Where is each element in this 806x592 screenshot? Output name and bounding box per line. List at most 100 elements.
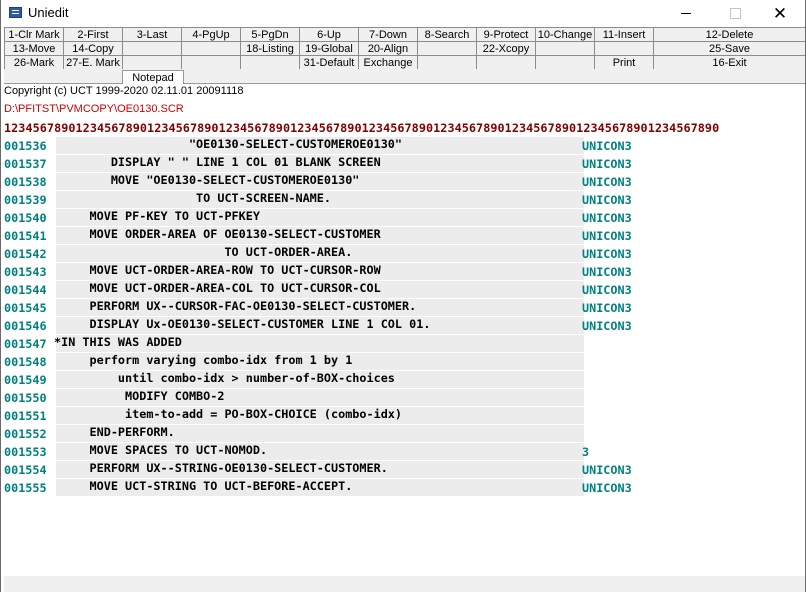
line-code[interactable]: MOVE UCT-ORDER-AREA-ROW TO UCT-CURSOR-RO… [54,263,381,277]
code-line[interactable]: 001544 MOVE UCT-ORDER-AREA-COL TO UCT-CU… [4,280,805,298]
line-code[interactable]: MOVE SPACES TO UCT-NOMOD. [54,443,268,457]
fkey-3-2[interactable]: 27-E. Mark [63,55,122,69]
line-code[interactable]: until combo-idx > number-of-BOX-choices [54,371,395,385]
line-code[interactable]: PERFORM UX--CURSOR-FAC-OE0130-SELECT-CUS… [54,299,417,313]
line-code[interactable]: *IN THIS WAS ADDED [54,335,182,349]
code-line[interactable]: 001542 TO UCT-ORDER-AREA. UNICON3 [4,244,805,262]
maximize-button[interactable] [712,0,758,27]
line-number: 001551 [4,409,47,423]
line-code[interactable]: "OE0130-SELECT-CUSTOMEROE0130" [54,137,402,151]
tab-notepad[interactable]: Notepad [122,70,184,84]
code-line[interactable]: 001554 PERFORM UX--STRING-OE0130-SELECT-… [4,460,805,478]
line-code[interactable]: MOVE UCT-STRING TO UCT-BEFORE-ACCEPT. [54,479,353,493]
fkey-2-11 [594,41,653,55]
fkey-3-6[interactable]: 31-Default [299,55,358,69]
line-number: 001541 [4,229,47,243]
line-code[interactable]: MODIFY COMBO-2 [54,389,224,403]
fkey-1-4[interactable]: 4-PgUp [181,27,240,41]
title-bar[interactable]: Uniedit ✕ [1,0,805,27]
line-code[interactable]: PERFORM UX--STRING-OE0130-SELECT-CUSTOME… [54,461,388,475]
line-tag: UNICON3 [582,247,632,261]
fkey-3-9 [476,55,535,69]
fkey-3-7[interactable]: Exchange [358,55,417,69]
line-code[interactable]: MOVE PF-KEY TO UCT-PFKEY [54,209,260,223]
code-line[interactable]: 001541 MOVE ORDER-AREA OF OE0130-SELECT-… [4,226,805,244]
code-line[interactable]: 001552 END-PERFORM. [4,424,805,442]
line-tag: UNICON3 [582,139,632,153]
line-code[interactable]: TO UCT-SCREEN-NAME. [54,191,331,205]
fkey-3-1[interactable]: 26-Mark [4,55,63,69]
line-tag: UNICON3 [582,283,632,297]
line-code[interactable]: MOVE ORDER-AREA OF OE0130-SELECT-CUSTOME… [54,227,381,241]
function-key-bar: 1-Clr Mark 2-First 3-Last 4-PgUp 5-PgDn 6-Up 7… [4,27,805,70]
column-ruler: 1234567890123456789012345678901234567890… [4,121,720,135]
fkey-2-1[interactable]: 13-Move [4,41,63,55]
fkey-3-11[interactable]: Print [594,55,653,69]
line-number: 001552 [4,427,47,441]
line-tag: UNICON3 [582,175,632,189]
line-number: 001554 [4,463,47,477]
fkey-1-7[interactable]: 7-Down [358,27,417,41]
code-line[interactable]: 001548 perform varying combo-idx from 1 … [4,352,805,370]
code-line[interactable]: 001549 until combo-idx > number-of-BOX-c… [4,370,805,388]
code-line[interactable]: 001555 MOVE UCT-STRING TO UCT-BEFORE-ACC… [4,478,805,496]
code-line[interactable]: 001547 *IN THIS WAS ADDED [4,334,805,352]
fkey-1-8[interactable]: 8-Search [417,27,476,41]
code-line[interactable]: 001537 DISPLAY " " LINE 1 COL 01 BLANK S… [4,154,805,172]
code-line[interactable]: 001543 MOVE UCT-ORDER-AREA-ROW TO UCT-CU… [4,262,805,280]
fkey-1-1[interactable]: 1-Clr Mark [4,27,63,41]
app-icon [9,7,22,18]
line-number: 001537 [4,157,47,171]
fkey-2-7[interactable]: 20-Align [358,41,417,55]
line-number: 001545 [4,301,47,315]
line-code[interactable]: item-to-add = PO-BOX-CHOICE (combo-idx) [54,407,402,421]
code-line[interactable]: 001550 MODIFY COMBO-2 [4,388,805,406]
fkey-1-11[interactable]: 11-Insert [594,27,653,41]
line-number: 001544 [4,283,47,297]
fkey-2-10 [535,41,594,55]
code-line[interactable]: 001545 PERFORM UX--CURSOR-FAC-OE0130-SEL… [4,298,805,316]
line-code[interactable]: MOVE UCT-ORDER-AREA-COL TO UCT-CURSOR-CO… [54,281,381,295]
fkey-1-2[interactable]: 2-First [63,27,122,41]
line-code[interactable]: DISPLAY " " LINE 1 COL 01 BLANK SCREEN [54,155,381,169]
line-code[interactable]: DISPLAY Ux-OE0130-SELECT-CUSTOMER LINE 1… [54,317,431,331]
code-line[interactable]: 001553 MOVE SPACES TO UCT-NOMOD. 3 [4,442,805,460]
line-tag: UNICON3 [582,301,632,315]
code-line[interactable]: 001538 MOVE "OE0130-SELECT-CUSTOMEROE013… [4,172,805,190]
minimize-button[interactable] [663,0,709,27]
line-tag: UNICON3 [582,157,632,171]
fkey-1-10[interactable]: 10-Change [535,27,594,41]
fkey-2-9[interactable]: 22-Xcopy [476,41,535,55]
line-tag: UNICON3 [582,463,632,477]
fkey-1-5[interactable]: 5-PgDn [240,27,299,41]
line-number: 001548 [4,355,47,369]
fkey-2-4 [181,41,240,55]
line-number: 001550 [4,391,47,405]
code-line[interactable]: 001546 DISPLAY Ux-OE0130-SELECT-CUSTOMER… [4,316,805,334]
line-code[interactable]: MOVE "OE0130-SELECT-CUSTOMEROE0130" [54,173,360,187]
line-number: 001538 [4,175,47,189]
fkey-2-5[interactable]: 18-Listing [240,41,299,55]
line-number: 001543 [4,265,47,279]
line-number: 001542 [4,247,47,261]
fkey-1-12[interactable]: 12-Delete [653,27,805,41]
line-code[interactable]: TO UCT-ORDER-AREA. [54,245,352,259]
fkey-2-2[interactable]: 14-Copy [63,41,122,55]
line-code[interactable]: END-PERFORM. [54,425,175,439]
code-line[interactable]: 001536 "OE0130-SELECT-CUSTOMEROE0130" UNI… [4,136,805,154]
code-line[interactable]: 001539 TO UCT-SCREEN-NAME. UNICON3 [4,190,805,208]
fkey-1-3[interactable]: 3-Last [122,27,181,41]
line-number: 001539 [4,193,47,207]
fkey-3-12[interactable]: 16-Exit [653,55,805,69]
close-button[interactable]: ✕ [757,0,803,27]
fkey-1-9[interactable]: 9-Protect [476,27,535,41]
uniedit-window: Uniedit ✕ 1-Clr Mark 2-First 3-Last 4-PgUp 5… [0,0,806,592]
line-code[interactable]: perform varying combo-idx from 1 by 1 [54,353,353,367]
fkey-2-12[interactable]: 25-Save [653,41,805,55]
code-line[interactable]: 001540 MOVE PF-KEY TO UCT-PFKEY UNICON3 [4,208,805,226]
code-line[interactable]: 001551 item-to-add = PO-BOX-CHOICE (comb… [4,406,805,424]
minimize-icon [681,13,691,14]
tab-strip: Notepad [4,70,805,84]
fkey-1-6[interactable]: 6-Up [299,27,358,41]
fkey-2-6[interactable]: 19-Global [299,41,358,55]
